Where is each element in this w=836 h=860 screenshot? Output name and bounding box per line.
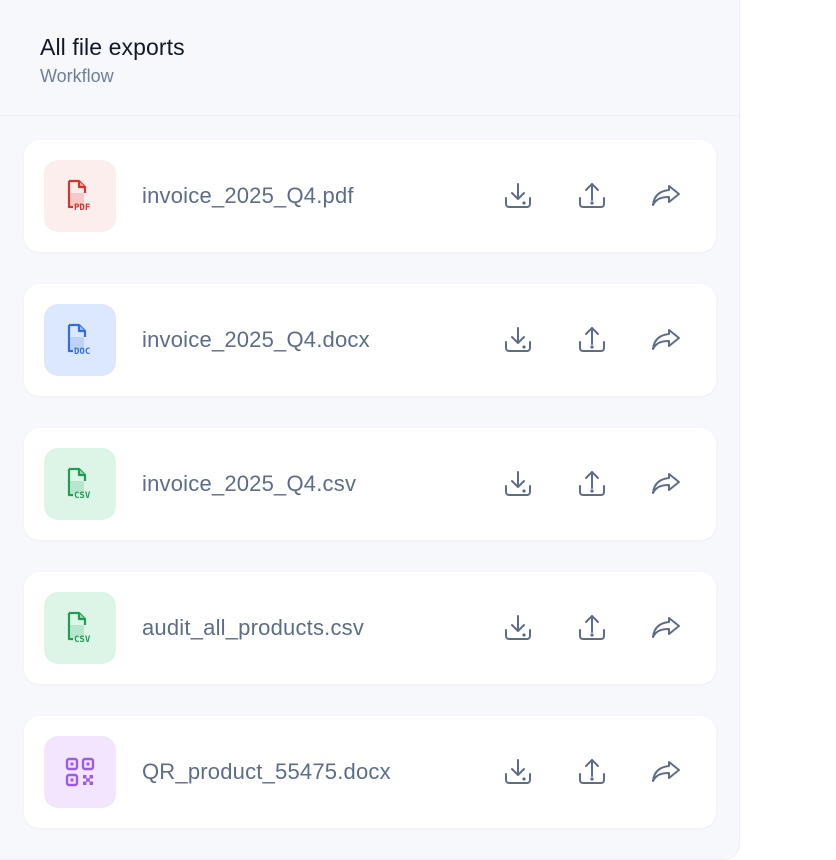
upload-icon bbox=[579, 471, 605, 496]
download-button[interactable] bbox=[498, 320, 538, 360]
file-row: QR_product_55475.docx bbox=[24, 716, 716, 828]
share-button[interactable] bbox=[646, 464, 686, 504]
csv-file-icon: CSV bbox=[44, 448, 116, 520]
csv-file-icon: CSV bbox=[44, 592, 116, 664]
panel-header: All file exports Workflow bbox=[0, 0, 739, 116]
download-icon bbox=[505, 615, 531, 640]
pdf-file-icon: PDF bbox=[44, 160, 116, 232]
share-button[interactable] bbox=[646, 176, 686, 216]
file-row: DOC invoice_2025_Q4.docx bbox=[24, 284, 716, 396]
share-icon bbox=[652, 617, 680, 638]
share-icon bbox=[652, 185, 680, 206]
upload-button[interactable] bbox=[572, 752, 612, 792]
file-name: invoice_2025_Q4.csv bbox=[142, 471, 357, 496]
file-row: CSV audit_all_products.csv bbox=[24, 572, 716, 684]
file-actions bbox=[498, 176, 686, 216]
upload-button[interactable] bbox=[572, 464, 612, 504]
panel-title: All file exports bbox=[40, 34, 185, 60]
share-button[interactable] bbox=[646, 320, 686, 360]
svg-text:PDF: PDF bbox=[74, 203, 90, 213]
download-icon bbox=[505, 759, 531, 784]
file-actions bbox=[498, 464, 686, 504]
file-row: CSV invoice_2025_Q4.csv bbox=[24, 428, 716, 540]
svg-text:CSV: CSV bbox=[74, 635, 91, 645]
doc-file-icon: DOC bbox=[44, 304, 116, 376]
panel-subtitle: Workflow bbox=[40, 66, 114, 86]
qr-code-icon bbox=[44, 736, 116, 808]
download-icon bbox=[505, 183, 531, 208]
file-row: PDF invoice_2025_Q4.pdf bbox=[24, 140, 716, 252]
share-button[interactable] bbox=[646, 608, 686, 648]
file-exports-panel: All file exports Workflow PDF invoice_20… bbox=[0, 0, 740, 860]
upload-button[interactable] bbox=[572, 608, 612, 648]
share-icon bbox=[652, 473, 680, 494]
file-name: invoice_2025_Q4.docx bbox=[142, 327, 370, 352]
svg-text:CSV: CSV bbox=[74, 491, 91, 501]
download-icon bbox=[505, 327, 531, 352]
file-name: QR_product_55475.docx bbox=[142, 759, 391, 784]
share-button[interactable] bbox=[646, 752, 686, 792]
upload-icon bbox=[579, 327, 605, 352]
file-actions bbox=[498, 752, 686, 792]
upload-icon bbox=[579, 759, 605, 784]
download-button[interactable] bbox=[498, 608, 538, 648]
share-icon bbox=[652, 761, 680, 782]
download-button[interactable] bbox=[498, 752, 538, 792]
share-icon bbox=[652, 329, 680, 350]
upload-icon bbox=[579, 615, 605, 640]
upload-button[interactable] bbox=[572, 176, 612, 216]
upload-button[interactable] bbox=[572, 320, 612, 360]
download-button[interactable] bbox=[498, 464, 538, 504]
svg-text:DOC: DOC bbox=[74, 347, 90, 357]
download-icon bbox=[505, 471, 531, 496]
file-actions bbox=[498, 320, 686, 360]
file-actions bbox=[498, 608, 686, 648]
file-name: invoice_2025_Q4.pdf bbox=[142, 183, 354, 208]
file-list: PDF invoice_2025_Q4.pdf DOC invoice_2025… bbox=[24, 140, 716, 860]
download-button[interactable] bbox=[498, 176, 538, 216]
upload-icon bbox=[579, 183, 605, 208]
file-name: audit_all_products.csv bbox=[142, 615, 365, 640]
